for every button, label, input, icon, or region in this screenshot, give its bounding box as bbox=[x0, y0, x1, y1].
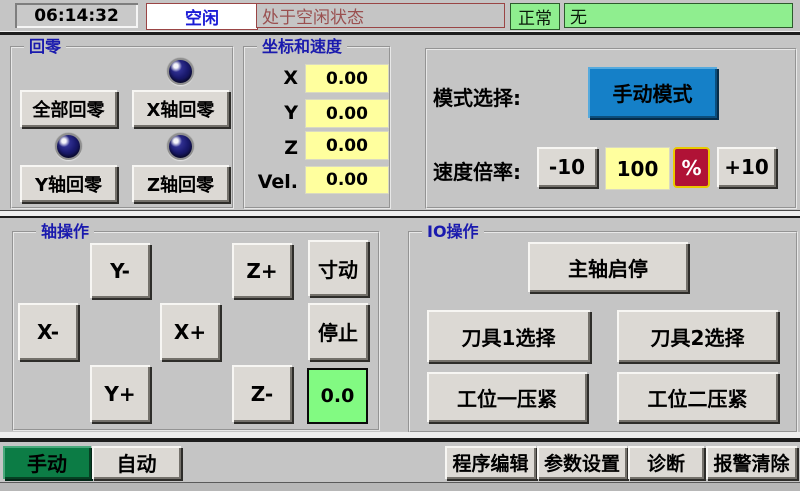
axis-panel-title: 轴操作 bbox=[36, 222, 94, 242]
coord-label-x: X bbox=[250, 67, 298, 89]
top-status-bar: 06:14:32 空闲 处于空闲状态 正常 无 bbox=[0, 0, 800, 31]
alarm-message: 无 bbox=[564, 3, 793, 28]
y-plus-button[interactable]: Y+ bbox=[90, 365, 150, 422]
alarm-clear-button[interactable]: 报警清除 bbox=[706, 446, 797, 479]
tool2-select-button[interactable]: 刀具2选择 bbox=[617, 310, 778, 362]
coord-value-x: 0.00 bbox=[305, 64, 389, 93]
coord-label-z: Z bbox=[250, 137, 298, 159]
z-minus-button[interactable]: Z- bbox=[232, 365, 292, 422]
mid-divider-bottom-shadow bbox=[0, 216, 800, 218]
x-home-led bbox=[167, 58, 194, 85]
home-panel-title: 回零 bbox=[24, 37, 66, 57]
coord-value-z: 0.00 bbox=[305, 131, 389, 160]
bottom-nav-bar: 手动 自动 程序编辑 参数设置 诊断 报警清除 bbox=[0, 442, 800, 491]
jog-step-display[interactable]: 0.0 bbox=[307, 368, 368, 424]
param-settings-button[interactable]: 参数设置 bbox=[537, 446, 627, 479]
y-home-led bbox=[55, 133, 82, 160]
manual-tab-button[interactable]: 手动 bbox=[3, 446, 91, 479]
program-edit-button[interactable]: 程序编辑 bbox=[445, 446, 536, 479]
bottom-edge-strip bbox=[0, 483, 800, 491]
coord-panel-title: 坐标和速度 bbox=[257, 37, 347, 57]
speed-increase-button[interactable]: +10 bbox=[717, 147, 776, 187]
y-minus-button[interactable]: Y- bbox=[90, 243, 150, 298]
alarm-status-badge: 正常 bbox=[510, 3, 560, 30]
x-home-button[interactable]: X轴回零 bbox=[132, 90, 229, 127]
z-plus-button[interactable]: Z+ bbox=[232, 243, 292, 298]
z-home-button[interactable]: Z轴回零 bbox=[132, 165, 229, 202]
diagnosis-button[interactable]: 诊断 bbox=[628, 446, 704, 479]
manual-mode-button[interactable]: 手动模式 bbox=[588, 67, 717, 118]
z-home-led bbox=[167, 133, 194, 160]
topbar-divider-shadow bbox=[0, 32, 800, 35]
percent-unit-badge: % bbox=[673, 147, 710, 188]
auto-tab-button[interactable]: 自动 bbox=[92, 446, 181, 479]
speed-override-label: 速度倍率: bbox=[433, 156, 521, 185]
mode-select-label: 模式选择: bbox=[433, 82, 521, 111]
hmi-screen: 06:14:32 空闲 处于空闲状态 正常 无 回零 全部回零 X轴回零 Y轴回… bbox=[0, 0, 800, 491]
jog-button[interactable]: 寸动 bbox=[308, 240, 368, 296]
x-plus-button[interactable]: X+ bbox=[160, 303, 220, 360]
speed-value-display: 100 bbox=[605, 147, 670, 190]
coord-value-y: 0.00 bbox=[305, 99, 389, 128]
y-home-button[interactable]: Y轴回零 bbox=[20, 165, 117, 202]
coord-label-vel: Vel. bbox=[250, 171, 298, 193]
io-panel-title: IO操作 bbox=[422, 222, 484, 242]
state-description: 处于空闲状态 bbox=[256, 3, 505, 28]
coord-label-y: Y bbox=[250, 102, 298, 124]
spindle-toggle-button[interactable]: 主轴启停 bbox=[528, 242, 688, 292]
clock-display: 06:14:32 bbox=[15, 3, 138, 28]
machine-state-badge: 空闲 bbox=[146, 3, 258, 30]
station1-clamp-button[interactable]: 工位一压紧 bbox=[427, 372, 587, 422]
tool1-select-button[interactable]: 刀具1选择 bbox=[427, 310, 590, 362]
all-home-button[interactable]: 全部回零 bbox=[20, 90, 117, 127]
speed-decrease-button[interactable]: -10 bbox=[537, 147, 597, 187]
coord-value-vel: 0.00 bbox=[305, 166, 389, 194]
station2-clamp-button[interactable]: 工位二压紧 bbox=[617, 372, 778, 422]
x-minus-button[interactable]: X- bbox=[18, 303, 78, 360]
stop-button[interactable]: 停止 bbox=[308, 303, 368, 360]
